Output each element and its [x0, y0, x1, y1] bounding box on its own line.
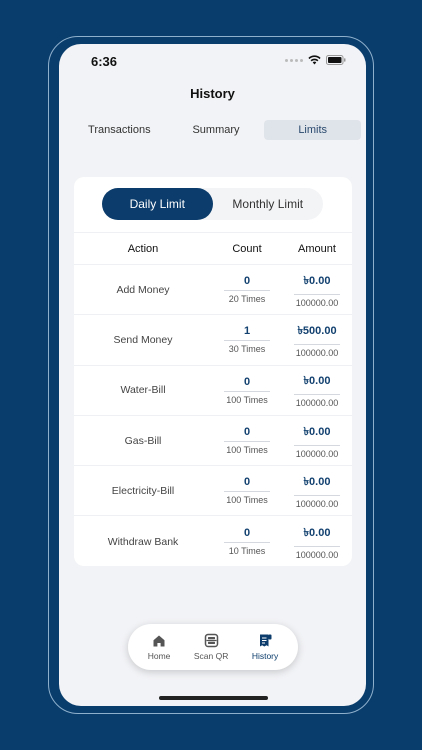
monthly-limit-button[interactable]: Monthly Limit	[213, 188, 324, 220]
count-limit: 20 Times	[228, 294, 266, 305]
bottom-nav: Home Scan QR History	[128, 624, 298, 670]
limit-period-toggle: Daily Limit Monthly Limit	[102, 188, 323, 220]
count-limit: 100 Times	[226, 495, 268, 506]
amount-limit: 100000.00	[295, 398, 339, 409]
scan-qr-icon	[204, 633, 218, 648]
amount-used: ৳0.00	[294, 272, 340, 295]
signal-dots-icon	[285, 58, 303, 62]
row-action: Water-Bill	[120, 384, 166, 397]
row-count: 0 10 Times	[212, 527, 282, 556]
row-amount: ৳0.00 100000.00	[282, 524, 352, 560]
table-row: Send Money 1 30 Times ৳500.00 100000.00	[74, 315, 352, 366]
amount-limit: 100000.00	[295, 498, 339, 509]
app-screen: 6:36 History Transactions Summary Limits…	[59, 44, 366, 706]
status-icons	[285, 55, 346, 65]
count-used: 0	[224, 527, 270, 544]
header-action: Action	[127, 242, 159, 255]
amount-limit: 100000.00	[295, 448, 339, 459]
count-used: 0	[224, 376, 270, 392]
page-title: History	[190, 86, 235, 101]
table-row: Add Money 0 20 Times ৳0.00 100000.00	[74, 265, 352, 316]
home-indicator[interactable]	[159, 696, 268, 700]
count-used: 0	[224, 275, 270, 292]
nav-history-label: History	[251, 651, 279, 661]
battery-icon	[326, 55, 346, 65]
count-used: 0	[224, 476, 270, 493]
history-tabs: Transactions Summary Limits	[71, 120, 362, 140]
amount-used: ৳0.00	[294, 423, 340, 446]
home-icon	[153, 635, 165, 646]
count-used: 0	[224, 426, 270, 443]
row-amount: ৳0.00 100000.00	[282, 473, 352, 509]
row-action: Electricity-Bill	[111, 484, 175, 497]
nav-scan-qr-label: Scan QR	[193, 651, 229, 661]
amount-limit: 100000.00	[295, 297, 339, 308]
nav-home-label: Home	[147, 650, 171, 661]
row-action: Withdraw Bank	[107, 535, 179, 548]
row-action: Send Money	[113, 333, 173, 346]
amount-limit: 100000.00	[295, 347, 339, 358]
row-action: Gas-Bill	[124, 434, 162, 447]
limits-card: Daily Limit Monthly Limit Action Count A…	[74, 177, 352, 566]
row-amount: ৳0.00 100000.00	[282, 423, 352, 459]
row-amount: ৳0.00 100000.00	[282, 372, 352, 408]
row-amount: ৳500.00 100000.00	[282, 322, 352, 358]
row-count: 0 20 Times	[212, 275, 282, 304]
table-header: Action Count Amount	[74, 232, 352, 265]
count-limit: 30 Times	[228, 344, 266, 355]
count-limit: 100 Times	[226, 445, 268, 456]
daily-limit-button[interactable]: Daily Limit	[102, 188, 213, 220]
header-count: Count	[232, 242, 262, 255]
count-used: 1	[224, 325, 270, 342]
wifi-icon	[308, 55, 321, 65]
nav-home[interactable]: Home	[147, 634, 171, 661]
header-amount: Amount	[298, 242, 336, 255]
amount-used: ৳0.00	[294, 473, 340, 496]
table-row: Electricity-Bill 0 100 Times ৳0.00 10000…	[74, 466, 352, 517]
status-bar: 6:36	[59, 44, 366, 78]
row-count: 0 100 Times	[212, 426, 282, 455]
row-amount: ৳0.00 100000.00	[282, 272, 352, 308]
count-limit: 10 Times	[228, 546, 266, 557]
amount-used: ৳500.00	[294, 322, 340, 345]
table-row: Withdraw Bank 0 10 Times ৳0.00 100000.00	[74, 516, 352, 566]
nav-scan-qr[interactable]: Scan QR	[193, 633, 229, 661]
amount-used: ৳0.00	[294, 372, 340, 396]
table-row: Gas-Bill 0 100 Times ৳0.00 100000.00	[74, 416, 352, 467]
row-count: 0 100 Times	[212, 476, 282, 505]
tab-summary[interactable]: Summary	[168, 120, 265, 140]
amount-used: ৳0.00	[294, 524, 340, 547]
limits-table: Action Count Amount Add Money 0 20 Times…	[74, 232, 352, 567]
history-icon	[259, 634, 272, 647]
amount-limit: 100000.00	[295, 549, 339, 560]
nav-history[interactable]: History	[252, 633, 278, 661]
status-time: 6:36	[91, 54, 118, 69]
row-action: Add Money	[116, 283, 170, 296]
table-row: Water-Bill 0 100 Times ৳0.00 100000.00	[74, 366, 352, 416]
row-count: 0 100 Times	[212, 376, 282, 405]
row-count: 1 30 Times	[212, 325, 282, 354]
tab-limits[interactable]: Limits	[264, 120, 362, 140]
tab-transactions[interactable]: Transactions	[71, 120, 168, 140]
count-limit: 100 Times	[226, 394, 268, 405]
